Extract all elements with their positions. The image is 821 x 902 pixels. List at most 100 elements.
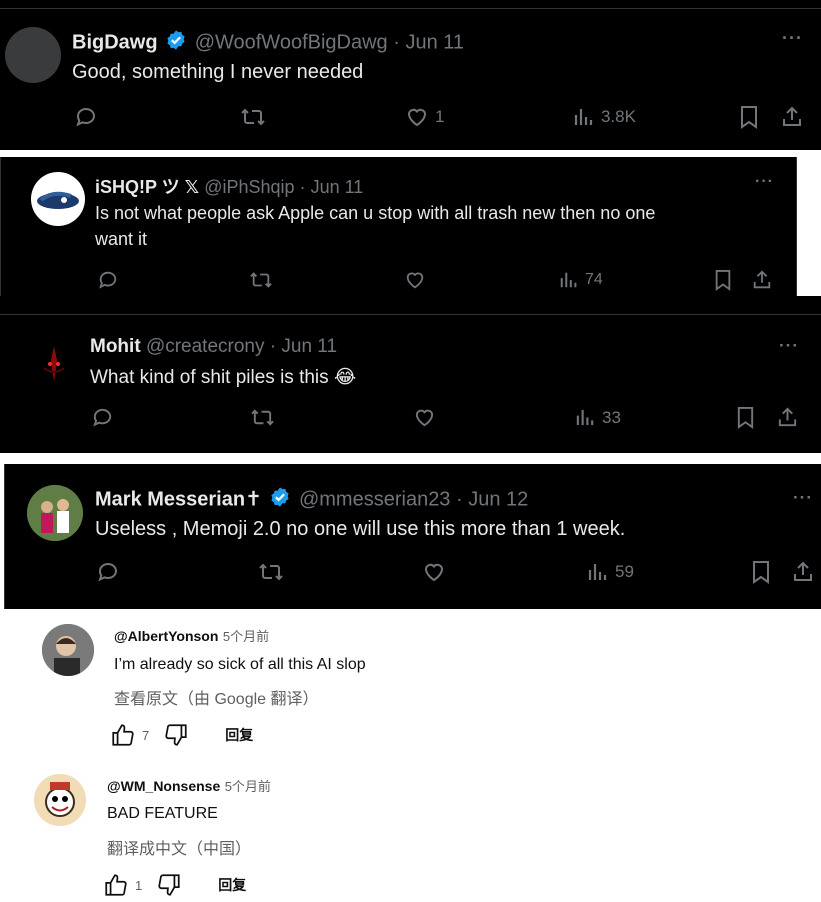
dislike-button[interactable] — [163, 722, 189, 748]
views-button[interactable]: 33 — [575, 406, 621, 429]
tweet-author-name[interactable]: iSHQ!P ツ 𝕏 — [95, 177, 199, 197]
thumbs-up-icon — [112, 724, 134, 746]
reply-button[interactable] — [97, 269, 119, 291]
heart-icon — [424, 563, 444, 582]
reply-button[interactable]: 回复 — [225, 725, 253, 745]
retweet-button[interactable] — [240, 105, 266, 129]
tweet-handle[interactable]: @createcrony — [146, 336, 265, 357]
avatar[interactable] — [31, 172, 85, 226]
gap-strip — [0, 453, 821, 464]
retweet-icon — [259, 563, 283, 581]
bookmark-icon — [753, 561, 769, 584]
view-count: 33 — [602, 407, 621, 427]
retweet-button[interactable] — [258, 560, 284, 584]
like-count: 1 — [135, 877, 143, 893]
views-icon — [560, 272, 577, 288]
tweet-handle[interactable]: @WoofWoofBigDawg — [195, 31, 388, 53]
like-button[interactable] — [110, 722, 136, 748]
reply-icon — [76, 108, 95, 127]
tweet-bigdawg[interactable]: BigDawg @WoofWoofBigDawg · Jun 11 ··· Go… — [0, 0, 821, 150]
like-button[interactable] — [103, 872, 129, 898]
tweet-author-name[interactable]: Mark Messerian✝ — [95, 488, 262, 510]
top-divider — [0, 8, 821, 9]
like-count: 7 — [142, 727, 150, 743]
bookmark-icon — [741, 106, 757, 129]
views-button[interactable]: 74 — [559, 269, 603, 291]
comment-author[interactable]: @WM_Nonsense — [107, 778, 220, 794]
more-options-icon[interactable]: ··· — [779, 336, 799, 356]
bookmark-button[interactable] — [750, 560, 772, 584]
tweet-handle[interactable]: @mmesserian23 — [299, 488, 450, 510]
separator-dot: · — [393, 31, 400, 54]
reply-icon — [99, 271, 117, 289]
gap-strip — [0, 150, 821, 157]
retweet-icon — [251, 409, 274, 426]
tweet-text-content: What kind of shit piles is this — [90, 367, 329, 388]
tweet-author-name[interactable]: Mohit — [90, 336, 141, 357]
bookmark-button[interactable] — [713, 269, 733, 291]
laughing-emoji-icon: 😂 — [333, 367, 357, 388]
tweet-handle[interactable]: @iPhShqip — [204, 177, 294, 197]
views-icon — [574, 109, 593, 125]
reply-button[interactable]: 回复 — [218, 875, 246, 895]
bookmark-icon — [715, 270, 731, 291]
comment-author[interactable]: @AlbertYonson — [114, 628, 218, 644]
verified-badge-icon — [165, 29, 187, 57]
like-button[interactable] — [404, 269, 426, 291]
thumbs-up-icon — [105, 874, 127, 896]
tweet-text-line-1: Is not what people ask Apple can u stop … — [95, 203, 656, 223]
tweet-date[interactable]: Jun 11 — [281, 336, 337, 357]
youtube-comment-albertyonson: @AlbertYonson 5个月前 I’m already so sick o… — [0, 612, 821, 762]
heart-icon — [407, 108, 427, 127]
comment-text: BAD FEATURE — [107, 805, 218, 822]
reply-button[interactable] — [96, 560, 120, 584]
share-icon — [783, 106, 801, 126]
reply-icon — [98, 563, 117, 582]
avatar[interactable] — [27, 485, 83, 541]
share-icon — [778, 407, 797, 427]
retweet-button[interactable] — [250, 406, 275, 429]
views-icon — [588, 564, 607, 580]
translation-link[interactable]: 查看原文（由 Google 翻译） — [114, 685, 319, 709]
verified-badge-icon — [269, 486, 291, 514]
tweet-date[interactable]: Jun 12 — [468, 488, 528, 510]
share-button[interactable] — [780, 105, 804, 129]
like-button[interactable] — [422, 560, 446, 584]
translation-link[interactable]: 翻译成中文（中国） — [107, 835, 251, 859]
views-button[interactable]: 3.8K — [573, 105, 636, 129]
view-count: 3.8K — [601, 107, 636, 126]
avatar[interactable] — [42, 624, 94, 676]
thumbs-down-icon — [165, 724, 187, 746]
retweet-button[interactable] — [249, 269, 273, 291]
avatar[interactable] — [5, 27, 61, 83]
share-button[interactable] — [751, 269, 773, 291]
like-button[interactable] — [413, 406, 436, 429]
tweet-author-name[interactable]: BigDawg — [72, 31, 158, 53]
comment-text: I’m already so sick of all this AI slop — [114, 656, 366, 673]
tweet-text: What kind of shit piles is this 😂 — [90, 366, 356, 389]
share-icon — [794, 561, 812, 581]
retweet-icon — [250, 272, 272, 288]
more-options-icon[interactable]: ··· — [755, 173, 774, 191]
reply-button[interactable] — [91, 406, 114, 429]
more-options-icon[interactable]: ··· — [782, 28, 803, 49]
heart-icon — [406, 272, 424, 289]
bookmark-button[interactable] — [738, 105, 760, 129]
tweet-ishqip[interactable]: iSHQ!P ツ 𝕏 @iPhShqip · Jun 11 ··· Is not… — [0, 157, 797, 296]
comment-time[interactable]: 5个月前 — [225, 779, 271, 794]
tweet-date[interactable]: Jun 11 — [405, 31, 464, 53]
tweet-mohit[interactable]: Mohit @createcrony · Jun 11 ··· What kin… — [0, 296, 821, 453]
like-button[interactable]: 1 — [405, 105, 444, 129]
avatar[interactable] — [34, 774, 86, 826]
comment-time[interactable]: 5个月前 — [223, 629, 269, 644]
avatar[interactable] — [30, 340, 78, 388]
reply-button[interactable] — [74, 105, 98, 129]
dislike-button[interactable] — [156, 872, 182, 898]
bookmark-button[interactable] — [735, 406, 756, 429]
tweet-date[interactable]: Jun 11 — [311, 177, 364, 197]
more-options-icon[interactable]: ··· — [793, 488, 813, 508]
share-button[interactable] — [791, 560, 815, 584]
views-button[interactable]: 59 — [587, 560, 634, 584]
tweet-mark-messerian[interactable]: Mark Messerian✝ @mmesserian23 · Jun 12 ·… — [4, 464, 821, 609]
share-button[interactable] — [776, 406, 799, 429]
